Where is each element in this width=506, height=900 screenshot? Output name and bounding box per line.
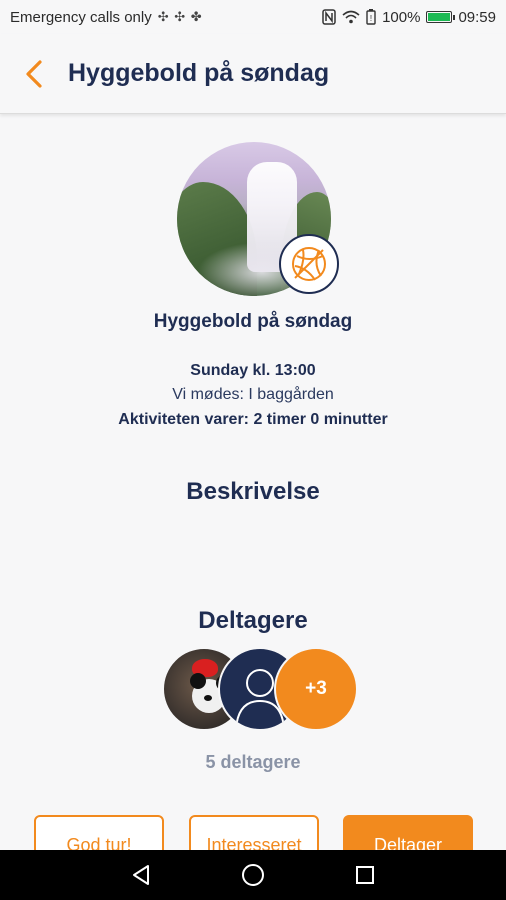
chevron-left-icon bbox=[26, 59, 42, 88]
participant-count: 5 deltagere bbox=[205, 752, 301, 772]
page-title: Hyggebold på søndag bbox=[68, 59, 330, 87]
back-button[interactable] bbox=[0, 34, 60, 114]
status-right: ! 100% 09:59 bbox=[322, 9, 496, 26]
nfc-icon bbox=[322, 9, 336, 25]
status-left: Emergency calls only ✣ ✣ ✤ bbox=[10, 9, 322, 26]
battery-icon bbox=[426, 11, 456, 23]
triangle-back-icon bbox=[133, 865, 149, 885]
good-trip-button[interactable]: God tur! bbox=[34, 815, 164, 850]
svg-text:!: ! bbox=[370, 14, 372, 23]
nav-back-button[interactable] bbox=[85, 850, 197, 900]
wifi-icon bbox=[342, 10, 360, 24]
app-bar: Hyggebold på søndag bbox=[0, 34, 506, 114]
participants-heading: Deltagere bbox=[198, 607, 308, 634]
clock: 09:59 bbox=[458, 8, 496, 26]
nav-bar bbox=[0, 850, 506, 900]
participants-avatars[interactable]: +3 bbox=[162, 647, 358, 733]
battery-percent: 100% bbox=[382, 8, 421, 26]
more-participants-badge[interactable]: +3 bbox=[274, 647, 358, 731]
event-duration: Aktiviteten varer: 2 timer 0 minutter bbox=[118, 411, 388, 428]
event-location: Vi mødes: I baggården bbox=[172, 386, 334, 403]
carrier-text: Emergency calls only bbox=[10, 8, 152, 26]
status-bar: Emergency calls only ✣ ✣ ✤ ! 100% 09:59 bbox=[0, 0, 506, 34]
event-name: Hyggebold på søndag bbox=[153, 311, 353, 332]
event-image-wrap bbox=[177, 142, 339, 296]
event-details: Hyggebold på søndag Sunday kl. 13:00 Vi … bbox=[0, 115, 506, 850]
battery-saver-icon: ! bbox=[366, 9, 376, 25]
description-heading: Beskrivelse bbox=[186, 478, 320, 505]
volleyball-icon bbox=[279, 234, 339, 294]
event-time: Sunday kl. 13:00 bbox=[190, 362, 316, 379]
square-recents-icon bbox=[356, 866, 374, 884]
participating-button[interactable]: Deltager bbox=[343, 815, 473, 850]
action-buttons: God tur! Interesseret Deltager bbox=[0, 815, 506, 850]
interested-button[interactable]: Interesseret bbox=[189, 815, 319, 850]
nav-home-button[interactable] bbox=[197, 850, 309, 900]
nav-recents-button[interactable] bbox=[309, 850, 421, 900]
signal-icons: ✣ ✣ ✤ bbox=[157, 9, 203, 24]
circle-home-icon bbox=[242, 864, 264, 886]
